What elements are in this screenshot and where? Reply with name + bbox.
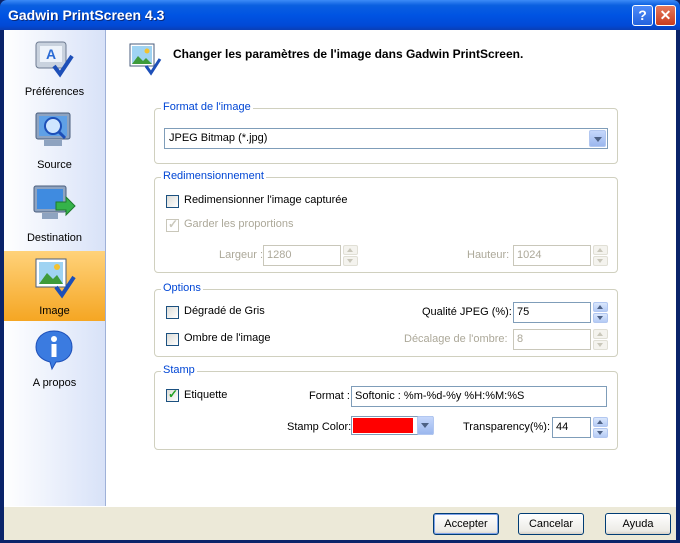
page-title: Changer les paramètres de l'image dans G… (173, 47, 524, 61)
info-icon (35, 330, 73, 371)
title-bar[interactable]: Gadwin PrintScreen 4.3 ? ✕ (0, 0, 680, 30)
greyscale-label: Dégradé de Gris (184, 305, 265, 317)
width-label: Largeur : (219, 249, 264, 261)
group-title: Format de l'image (161, 101, 253, 113)
jpeg-quality-label: Qualité JPEG (%): (422, 306, 512, 318)
stamp-label-text: Etiquette (184, 389, 228, 401)
settings-panel: Changer les paramètres de l'image dans G… (106, 30, 676, 506)
stamp-color-label: Stamp Color: (287, 421, 352, 433)
width-spinner[interactable] (343, 245, 358, 266)
dialog-client: A Préférences Source Destination Image A… (4, 30, 676, 540)
sidebar-item-label: Destination (26, 232, 83, 244)
window-title: Gadwin PrintScreen 4.3 (8, 7, 165, 23)
dialog-window: Gadwin PrintScreen 4.3 ? ✕ A Préférences (0, 0, 680, 543)
sidebar-item-destination[interactable]: Destination (4, 178, 105, 248)
sidebar: A Préférences Source Destination Image A… (4, 30, 106, 506)
resize-checkbox[interactable] (166, 195, 179, 208)
sidebar-item-about[interactable]: A propos (4, 323, 105, 393)
preferences-icon: A (35, 41, 74, 78)
height-spinner[interactable] (593, 245, 608, 266)
chevron-down-icon[interactable] (589, 130, 606, 147)
close-title-button[interactable]: ✕ (655, 5, 676, 26)
format-select-value: JPEG Bitmap (*.jpg) (169, 132, 268, 144)
help-button[interactable]: Ayuda (605, 513, 671, 535)
sidebar-item-source[interactable]: Source (4, 105, 105, 175)
help-title-button[interactable]: ? (632, 5, 653, 26)
height-label: Hauteur: (467, 249, 510, 261)
group-title: Redimensionnement (161, 170, 266, 182)
shadow-offset-spinner[interactable] (593, 329, 608, 350)
button-bar: Accepter Cancelar Ayuda (4, 506, 676, 540)
destination-monitor-icon (33, 185, 76, 219)
sidebar-item-label: Source (37, 159, 72, 171)
sidebar-item-preferences[interactable]: A Préférences (4, 32, 105, 102)
source-magnifier-icon (35, 112, 71, 146)
width-field[interactable]: 1280 (263, 245, 341, 266)
keep-proportions-checkbox[interactable] (166, 217, 179, 232)
format-select[interactable]: JPEG Bitmap (*.jpg) (164, 128, 608, 149)
shadow-offset-field[interactable]: 8 (513, 329, 591, 350)
stamp-format-label: Format : (309, 390, 350, 402)
chevron-down-icon[interactable] (417, 416, 434, 435)
jpeg-quality-spinner[interactable] (593, 302, 608, 323)
transparency-label: Transparency(%): (463, 421, 551, 433)
sidebar-item-label: Image (39, 305, 70, 317)
group-title: Options (161, 282, 203, 294)
shadow-offset-label: Décalage de l'ombre: (404, 333, 508, 345)
accept-button[interactable]: Accepter (433, 513, 499, 535)
image-icon (35, 258, 76, 299)
stamp-color-swatch (353, 418, 413, 433)
transparency-field[interactable]: 44 (552, 417, 591, 438)
sidebar-item-label: Préférences (24, 86, 85, 98)
svg-text:A: A (46, 46, 56, 62)
cancel-button[interactable]: Cancelar (518, 513, 584, 535)
group-title: Stamp (161, 364, 197, 376)
stamp-format-field[interactable]: Softonic : %m-%d-%y %H:%M:%S (351, 386, 607, 407)
stamp-label-checkbox[interactable] (166, 387, 179, 402)
image-icon (129, 43, 162, 76)
sidebar-item-label: A propos (32, 377, 77, 389)
height-field[interactable]: 1024 (513, 245, 591, 266)
shadow-label: Ombre de l'image (184, 332, 271, 344)
stamp-group: Stamp (154, 364, 618, 450)
resize-label: Redimensionner l'image capturée (184, 194, 348, 206)
shadow-checkbox[interactable] (166, 333, 179, 346)
greyscale-checkbox[interactable] (166, 306, 179, 319)
jpeg-quality-field[interactable]: 75 (513, 302, 591, 323)
keep-proportions-label: Garder les proportions (184, 218, 294, 230)
transparency-spinner[interactable] (593, 417, 608, 438)
sidebar-item-image[interactable]: Image (4, 251, 105, 321)
